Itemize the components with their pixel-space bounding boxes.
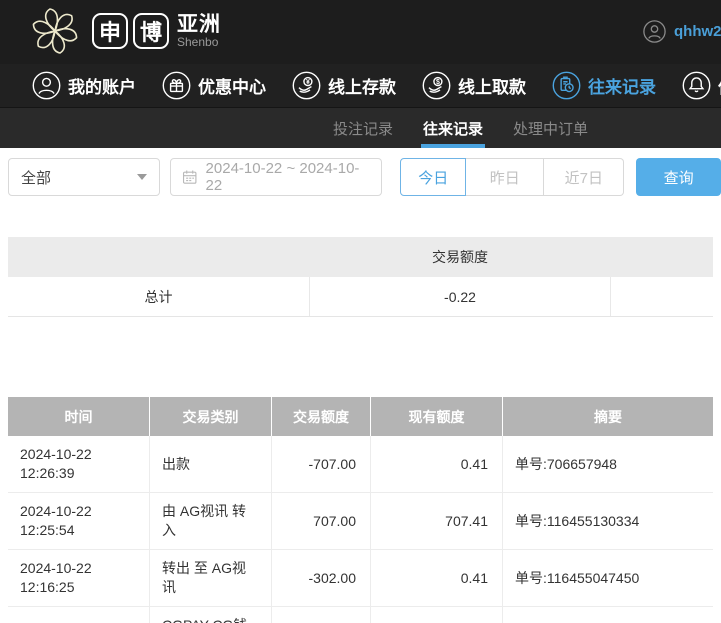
table-row: 2024-10-22 12:26:39 出款 -707.00 0.41 单号:7… <box>8 436 713 493</box>
withdraw-icon: $ <box>422 71 451 100</box>
tab-betting-records[interactable]: 投注记录 <box>333 108 393 148</box>
summary-total-value: -0.22 <box>309 277 611 316</box>
logo-char-box-2: 博 <box>133 13 169 49</box>
svg-text:¥: ¥ <box>306 79 310 86</box>
type-select-value: 全部 <box>21 169 52 187</box>
cell-summary: 单号:116455130334 <box>515 512 640 529</box>
summary-empty-cell <box>611 277 713 316</box>
nav-item-messages[interactable]: 信息 <box>682 71 721 100</box>
cell-balance: 0.41 <box>371 436 503 492</box>
user-avatar-icon <box>643 20 666 43</box>
cell-type: 由 AG视讯 转入 <box>150 493 272 549</box>
transactions-table: 时间 交易类别 交易额度 现有额度 摘要 2024-10-22 12:26:39… <box>8 397 713 623</box>
cell-amount: -302.00 <box>272 550 371 606</box>
col-header-summary: 摘要 <box>594 408 622 425</box>
nav-item-online-deposit[interactable]: ¥ 线上存款 <box>292 71 396 100</box>
cell-summary: 单号:116455047450 <box>515 569 640 586</box>
col-header-amount: 交易额度 <box>272 397 371 436</box>
cell-time: 2024-10-22 12:16:25 <box>8 550 150 606</box>
app-header: 申 博 亚洲 Shenbo qhhw2 <box>0 0 721 64</box>
col-header-time: 时间 <box>8 397 150 436</box>
last-7-days-button[interactable]: 近7日 <box>544 158 625 196</box>
table-header-row: 时间 交易类别 交易额度 现有额度 摘要 <box>8 397 713 436</box>
chevron-down-icon <box>137 174 148 180</box>
cell-type: 转出 至 AG视讯 <box>150 550 272 606</box>
cell-amount: 707.00 <box>272 493 371 549</box>
nav-label: 往来记录 <box>588 78 656 97</box>
cell-type: CGPAY-CG钱包支付笔笔送优惠 <box>150 607 272 623</box>
table-row: 2024-10-22 12:25:54 由 AG视讯 转入 707.00 707… <box>8 493 713 550</box>
records-icon <box>552 71 581 100</box>
gift-icon <box>162 71 191 100</box>
cell-balance: 0.41 <box>371 550 503 606</box>
nav-label: 线上存款 <box>328 78 396 97</box>
today-button[interactable]: 今日 <box>400 158 467 196</box>
date-range-input[interactable]: 2024-10-22 ~ 2024-10-22 <box>170 158 383 196</box>
cell-time: 2024-10-22 12:26:39 <box>8 436 150 492</box>
nav-item-promo-center[interactable]: 优惠中心 <box>162 71 266 100</box>
tab-transaction-records[interactable]: 往来记录 <box>421 108 486 148</box>
cell-time: 2024-10-22 12:25:54 <box>8 493 150 549</box>
filter-bar: 全部 2024-10-22 ~ 2024-10-22 今日 昨日 近7日 查询 <box>0 158 721 196</box>
user-account[interactable]: qhhw2 <box>643 20 721 43</box>
cell-type: 出款 <box>150 436 272 492</box>
table-row: 2024-10-22 12:16:25 转出 至 AG视讯 -302.00 0.… <box>8 550 713 607</box>
summary-total-label: 总计 <box>144 288 173 305</box>
quick-date-group: 今日 昨日 近7日 <box>400 158 625 196</box>
brand-logo[interactable]: 申 博 亚洲 Shenbo <box>28 4 221 58</box>
summary-header-row: 交易额度 <box>8 237 713 277</box>
summary-total-row: 总计 -0.22 <box>8 277 713 317</box>
cell-summary: 单号:202410233761280305 <box>503 607 713 623</box>
nav-item-transaction-records[interactable]: 往来记录 <box>552 71 656 100</box>
logo-char-box-1: 申 <box>92 13 128 49</box>
nav-label: 优惠中心 <box>198 78 266 97</box>
summary-header-label: 交易额度 <box>432 249 488 265</box>
cell-time: 2024-10-22 12:16:14 <box>8 607 150 623</box>
svg-text:$: $ <box>436 79 440 86</box>
main-nav: 我的账户 优惠中心 ¥ 线上存款 $ 线上取款 往来记录 <box>0 64 721 108</box>
username-text: qhhw2 <box>674 23 721 40</box>
summary-table: 交易额度 总计 -0.22 <box>8 237 713 317</box>
cell-balance: 302.41 <box>371 607 503 623</box>
flower-logo-icon <box>32 8 78 54</box>
yesterday-button[interactable]: 昨日 <box>466 158 545 196</box>
nav-item-my-account[interactable]: 我的账户 <box>32 71 136 100</box>
cell-summary: 单号:706657948 <box>515 455 617 472</box>
cell-amount: 1.50 <box>272 607 371 623</box>
nav-item-online-withdraw[interactable]: $ 线上取款 <box>422 71 526 100</box>
cell-amount: -707.00 <box>272 436 371 492</box>
logo-brand-en: Shenbo <box>177 34 219 49</box>
deposit-icon: ¥ <box>292 71 321 100</box>
tab-processing-orders[interactable]: 处理中订单 <box>513 108 588 148</box>
account-icon <box>32 71 61 100</box>
logo-region-text: 亚洲 <box>177 12 221 36</box>
sub-nav: 投注记录 往来记录 处理中订单 <box>0 108 721 148</box>
nav-label: 我的账户 <box>68 78 136 97</box>
cell-balance: 707.41 <box>371 493 503 549</box>
bell-icon <box>682 71 711 100</box>
col-header-balance: 现有额度 <box>371 397 503 436</box>
query-button[interactable]: 查询 <box>636 158 721 196</box>
type-select[interactable]: 全部 <box>8 158 161 196</box>
calendar-icon <box>183 170 197 184</box>
table-row: 2024-10-22 12:16:14 CGPAY-CG钱包支付笔笔送优惠 1.… <box>8 607 713 623</box>
col-header-type: 交易类别 <box>150 397 272 436</box>
nav-label: 线上取款 <box>458 78 526 97</box>
date-range-value: 2024-10-22 ~ 2024-10-22 <box>205 160 360 194</box>
